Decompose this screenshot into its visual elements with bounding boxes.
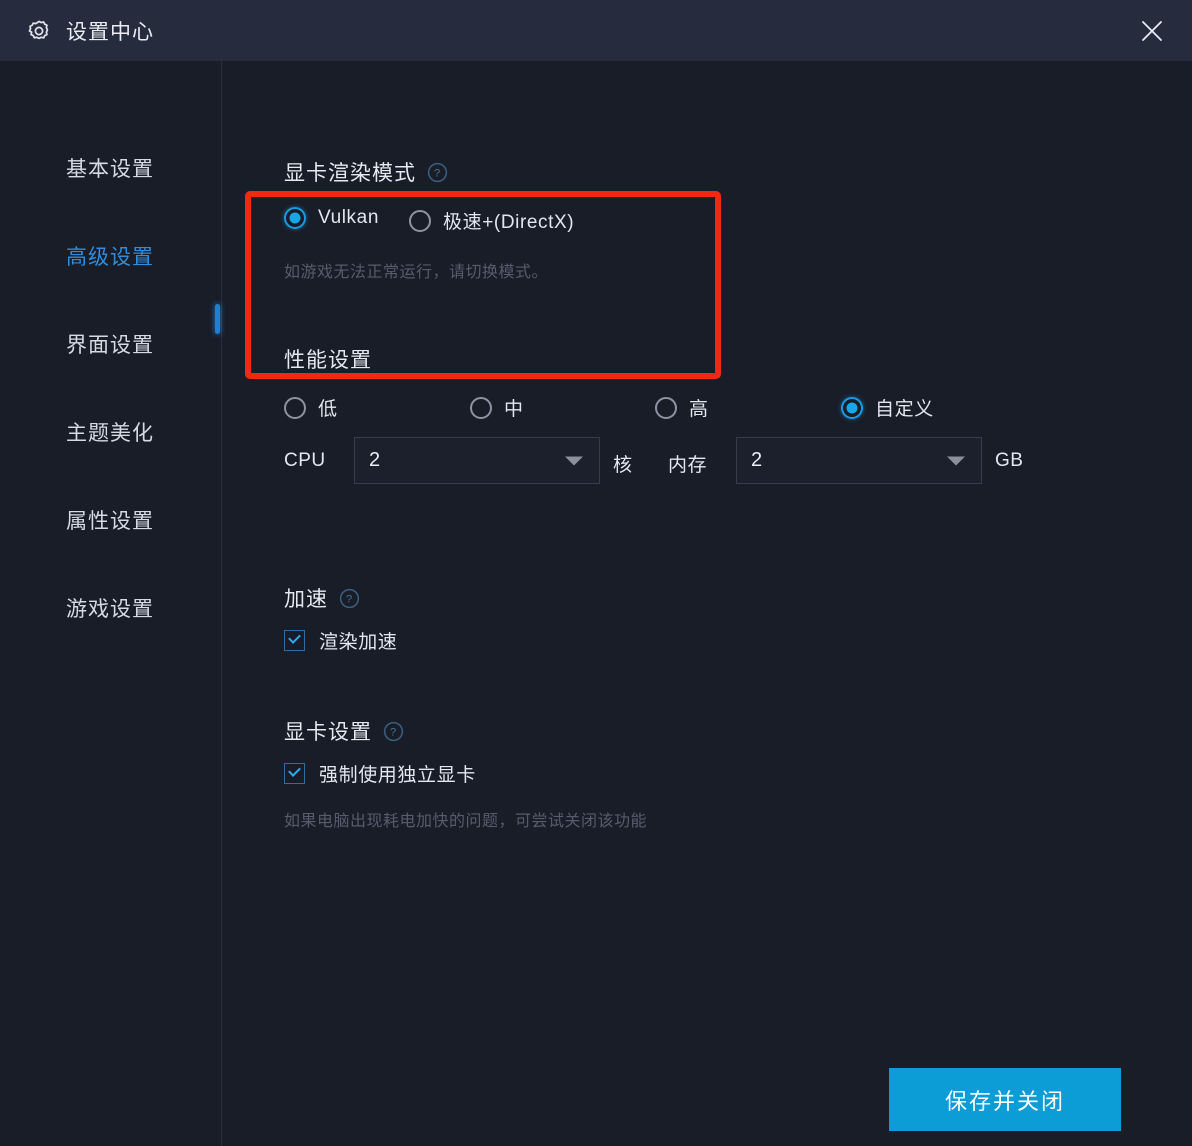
help-circle-icon[interactable]: ? (383, 721, 404, 742)
radio-render-vulkan[interactable]: Vulkan (284, 207, 379, 229)
main-panel: 显卡渲染模式 ? Vulkan 极速+(DirectX) 如游戏无法正常运行，请… (221, 61, 1192, 1146)
svg-text:?: ? (434, 167, 441, 179)
radio-label: 低 (318, 399, 338, 420)
sidebar-item-theme[interactable]: 主题美化 (0, 412, 221, 452)
memory-label: 内存 (668, 455, 708, 476)
memory-select[interactable]: 2 (736, 437, 982, 484)
chevron-down-icon (947, 456, 965, 465)
radio-render-directx[interactable]: 极速+(DirectX) (409, 207, 574, 234)
memory-select-value: 2 (751, 449, 763, 471)
radio-performance-low[interactable]: 低 (284, 394, 338, 421)
checkbox-icon (284, 763, 305, 784)
sidebar-item-basic[interactable]: 基本设置 (0, 148, 221, 188)
radio-label: Vulkan (318, 207, 379, 228)
radio-label: 极速+(DirectX) (443, 212, 575, 233)
save-and-close-button[interactable]: 保存并关闭 (889, 1068, 1121, 1131)
radio-label: 自定义 (875, 399, 934, 420)
render-mode-hint: 如游戏无法正常运行，请切换模式。 (284, 264, 549, 281)
cpu-label: CPU (284, 450, 326, 471)
help-circle-icon[interactable]: ? (427, 162, 448, 183)
checkbox-render-acceleration[interactable]: 渲染加速 (284, 627, 397, 654)
checkbox-label: 强制使用独立显卡 (319, 765, 476, 786)
active-tab-indicator (215, 304, 220, 334)
performance-title-label: 性能设置 (284, 349, 372, 372)
sidebar-item-properties[interactable]: 属性设置 (0, 500, 221, 540)
radio-dot-icon (655, 396, 677, 419)
cpu-unit: 核 (613, 455, 633, 476)
sidebar-item-label: 高级设置 (66, 246, 154, 269)
radio-performance-high[interactable]: 高 (655, 394, 709, 421)
graphics-title-label: 显卡设置 (284, 721, 372, 744)
sidebar-item-label: 界面设置 (66, 334, 154, 357)
radio-label: 中 (504, 399, 524, 420)
radio-label: 高 (689, 399, 709, 420)
sidebar-item-label: 属性设置 (66, 510, 154, 533)
svg-text:?: ? (346, 593, 353, 605)
cpu-select[interactable]: 2 (354, 437, 600, 484)
checkbox-label: 渲染加速 (319, 632, 398, 653)
sidebar: 基本设置 高级设置 界面设置 主题美化 属性设置 游戏设置 (0, 61, 221, 1146)
gear-icon (26, 18, 52, 44)
svg-text:?: ? (390, 726, 397, 738)
title-bar: 设置中心 (0, 0, 1192, 61)
acceleration-title: 加速 ? (284, 583, 360, 613)
checkbox-force-discrete-gpu[interactable]: 强制使用独立显卡 (284, 760, 476, 787)
sidebar-item-label: 基本设置 (66, 158, 154, 181)
graphics-hint: 如果电脑出现耗电加快的问题，可尝试关闭该功能 (284, 813, 648, 830)
close-button[interactable] (1130, 10, 1174, 52)
render-mode-title-label: 显卡渲染模式 (284, 162, 416, 185)
close-icon (1137, 16, 1167, 46)
cpu-select-value: 2 (369, 449, 381, 471)
acceleration-title-label: 加速 (284, 588, 328, 611)
window-body: 基本设置 高级设置 界面设置 主题美化 属性设置 游戏设置 显卡渲染模式 ? V… (0, 61, 1192, 1146)
settings-center-window: 设置中心 基本设置 高级设置 界面设置 主题美化 属性设置 游戏设置 显卡渲染模… (0, 0, 1192, 1146)
sidebar-item-label: 主题美化 (66, 422, 154, 445)
render-mode-title: 显卡渲染模式 ? (284, 157, 448, 187)
radio-dot-icon (841, 396, 863, 419)
title-bar-left: 设置中心 (26, 16, 154, 46)
sidebar-item-label: 游戏设置 (66, 598, 154, 621)
help-circle-icon[interactable]: ? (339, 588, 360, 609)
radio-dot-icon (470, 396, 492, 419)
radio-dot-icon (284, 207, 306, 229)
memory-unit: GB (995, 450, 1024, 471)
graphics-title: 显卡设置 ? (284, 716, 404, 746)
radio-performance-custom[interactable]: 自定义 (841, 394, 934, 421)
chevron-down-icon (565, 456, 583, 465)
radio-dot-icon (409, 209, 431, 232)
sidebar-item-game[interactable]: 游戏设置 (0, 588, 221, 628)
sidebar-item-advanced[interactable]: 高级设置 (0, 236, 221, 276)
sidebar-item-interface[interactable]: 界面设置 (0, 324, 221, 364)
checkbox-icon (284, 630, 305, 651)
performance-title: 性能设置 (284, 344, 372, 374)
radio-dot-icon (284, 396, 306, 419)
window-title: 设置中心 (66, 20, 154, 44)
radio-performance-medium[interactable]: 中 (470, 394, 524, 421)
